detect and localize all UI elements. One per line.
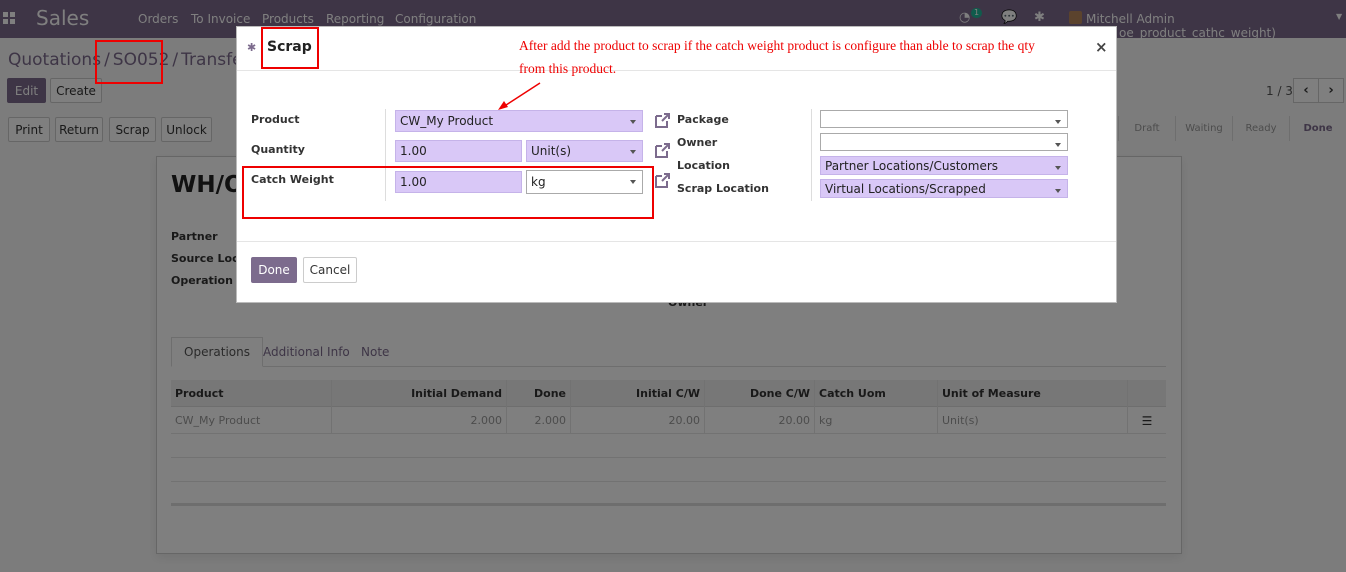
product-select[interactable]: CW_My Product (395, 110, 643, 132)
label-package: Package (677, 113, 729, 126)
quantity-input[interactable]: 1.00 (395, 140, 522, 162)
external-link-icon[interactable] (653, 142, 671, 160)
done-button[interactable]: Done (251, 257, 297, 283)
quantity-uom-select[interactable]: Unit(s) (526, 140, 643, 162)
label-quantity: Quantity (251, 143, 305, 156)
bug-icon: ✱ (247, 41, 257, 54)
label-owner: Owner (677, 136, 718, 149)
highlight-box-scrap-title (261, 27, 319, 69)
footer-divider (237, 241, 1116, 242)
annotation-arrow-icon (498, 82, 541, 110)
external-link-icon[interactable] (653, 112, 671, 130)
highlight-box-so052 (95, 40, 163, 84)
package-select[interactable] (820, 110, 1068, 128)
label-location: Location (677, 159, 730, 172)
label-product: Product (251, 113, 300, 126)
owner-select[interactable] (820, 133, 1068, 151)
divider (811, 109, 812, 201)
close-icon[interactable]: × (1095, 38, 1108, 56)
annotation-note: After add the product to scrap if the ca… (519, 38, 1035, 76)
scrap-location-select[interactable]: Virtual Locations/Scrapped (820, 179, 1068, 198)
location-select[interactable]: Partner Locations/Customers (820, 156, 1068, 175)
label-scrap-location: Scrap Location (677, 182, 769, 195)
external-link-icon[interactable] (653, 172, 671, 190)
cancel-button[interactable]: Cancel (303, 257, 357, 283)
highlight-box-catch-weight (242, 166, 654, 219)
